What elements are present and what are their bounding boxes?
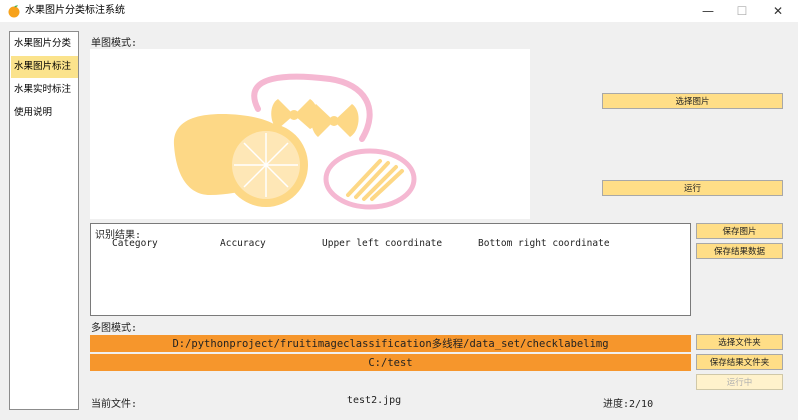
sidebar-item-instructions[interactable]: 使用说明 <box>11 102 78 124</box>
current-file-label: 当前文件: <box>91 399 138 410</box>
column-header-accuracy: Accuracy <box>220 238 266 249</box>
run-button[interactable]: 运行 <box>602 180 783 196</box>
save-image-button[interactable]: 保存图片 <box>696 223 783 239</box>
minimize-button[interactable]: — <box>690 0 726 22</box>
column-header-bottom-right: Bottom right coordinate <box>478 238 610 249</box>
orange-fruit-icon <box>8 5 20 18</box>
current-file-name: test2.jpg <box>347 395 402 406</box>
running-button[interactable]: 运行中 <box>696 374 783 390</box>
output-folder-path: C:/test <box>90 354 691 371</box>
select-image-button[interactable]: 选择图片 <box>602 93 783 109</box>
column-header-upper-left: Upper left coordinate <box>322 238 443 249</box>
sidebar-item-fruit-classification[interactable]: 水果图片分类 <box>11 33 78 55</box>
title-bar: 水果图片分类标注系统 — ☐ ✕ <box>0 0 798 22</box>
single-mode-label: 单图模式: <box>91 38 138 49</box>
progress-text: 进度:2/10 <box>603 399 654 410</box>
sidebar-item-fruit-annotation[interactable]: 水果图片标注 <box>11 56 78 78</box>
image-preview <box>90 49 530 219</box>
source-folder-path: D:/pythonproject/fruitimageclassificatio… <box>90 335 691 352</box>
sidebar-nav: 水果图片分类 水果图片标注 水果实时标注 使用说明 <box>9 31 79 410</box>
save-result-folder-button[interactable]: 保存结果文件夹 <box>696 354 783 370</box>
maximize-button[interactable]: ☐ <box>724 0 760 22</box>
sidebar-item-realtime-annotation[interactable]: 水果实时标注 <box>11 79 78 101</box>
multi-mode-label: 多图模式: <box>91 323 138 334</box>
window-title: 水果图片分类标注系统 <box>25 5 125 16</box>
column-header-category: Category <box>112 238 158 249</box>
select-folder-button[interactable]: 选择文件夹 <box>696 334 783 350</box>
lemon-pasta-logo-image <box>173 73 417 210</box>
save-result-data-button[interactable]: 保存结果数据 <box>696 243 783 259</box>
close-button[interactable]: ✕ <box>760 0 796 22</box>
results-panel: 识别结果: Category Accuracy Upper left coord… <box>90 223 691 316</box>
